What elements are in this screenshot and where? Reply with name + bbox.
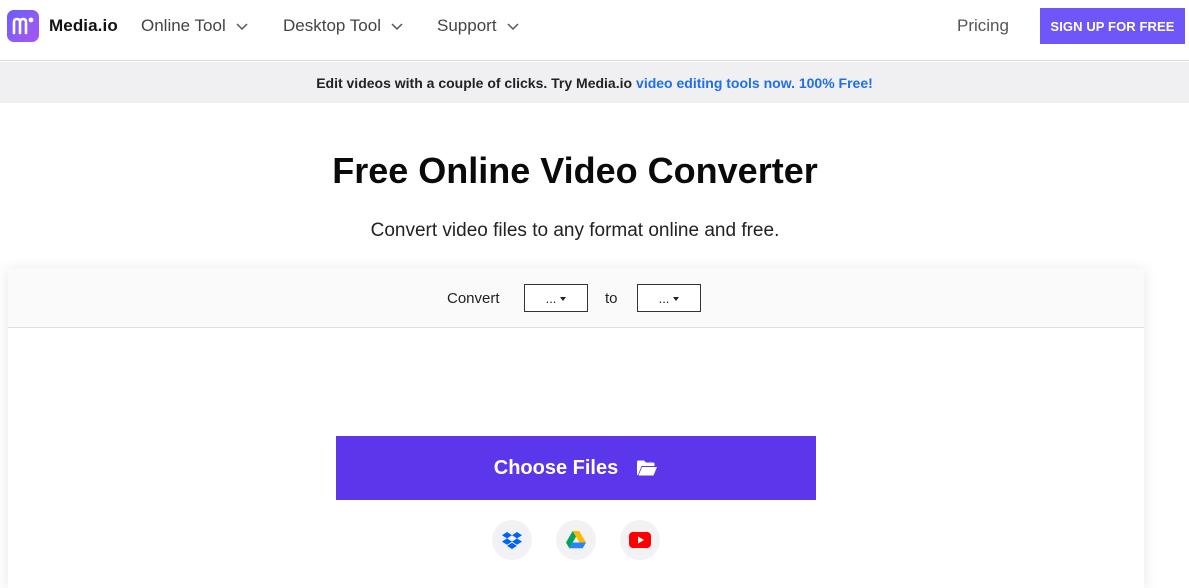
nav-desktop-tool[interactable]: Desktop Tool	[283, 0, 404, 52]
to-label: to	[605, 289, 618, 307]
google-drive-icon	[566, 531, 586, 549]
pricing-link[interactable]: Pricing	[957, 0, 1009, 52]
source-format-select[interactable]: ...	[524, 284, 588, 312]
brand-logo[interactable]: Media.io	[7, 10, 118, 42]
target-format-select[interactable]: ...	[637, 284, 701, 312]
youtube-button[interactable]	[620, 520, 660, 560]
source-format-value: ...	[545, 290, 557, 306]
dropbox-icon	[502, 532, 522, 549]
folder-open-icon	[637, 460, 658, 476]
nav-support[interactable]: Support	[437, 0, 520, 52]
nav-online-tool-label: Online Tool	[141, 16, 226, 35]
page-title: Free Online Video Converter	[332, 150, 818, 191]
chevron-down-icon	[236, 23, 248, 31]
media-io-logo-icon	[7, 10, 39, 42]
nav-support-label: Support	[437, 16, 497, 35]
nav-desktop-tool-label: Desktop Tool	[283, 16, 381, 35]
brand-name: Media.io	[49, 16, 118, 35]
page-subtitle: Convert video files to any format online…	[370, 220, 780, 241]
dropbox-button[interactable]	[492, 520, 532, 560]
banner-link[interactable]: video editing tools now. 100% Free!	[636, 75, 873, 91]
target-format-value: ...	[658, 290, 670, 306]
chevron-down-icon	[391, 23, 403, 31]
promo-banner: Edit videos with a couple of clicks. Try…	[0, 62, 1189, 103]
choose-files-label: Choose Files	[493, 456, 619, 479]
banner-text: Edit videos with a couple of clicks. Try…	[316, 74, 633, 91]
youtube-icon	[629, 532, 651, 548]
choose-files-button[interactable]: Choose Files	[336, 436, 816, 500]
convert-label: Convert	[447, 289, 500, 307]
caret-down-icon	[560, 296, 567, 301]
converter-card: Convert ... to ... Choose Files	[8, 268, 1144, 588]
nav-online-tool[interactable]: Online Tool	[141, 0, 249, 52]
chevron-down-icon	[507, 23, 519, 31]
google-drive-button[interactable]	[556, 520, 596, 560]
format-bar: Convert ... to ...	[8, 268, 1144, 328]
top-header: Media.io Online Tool Desktop Tool Suppor…	[0, 0, 1189, 61]
caret-down-icon	[673, 296, 680, 301]
signup-button[interactable]: SIGN UP FOR FREE	[1040, 8, 1185, 44]
